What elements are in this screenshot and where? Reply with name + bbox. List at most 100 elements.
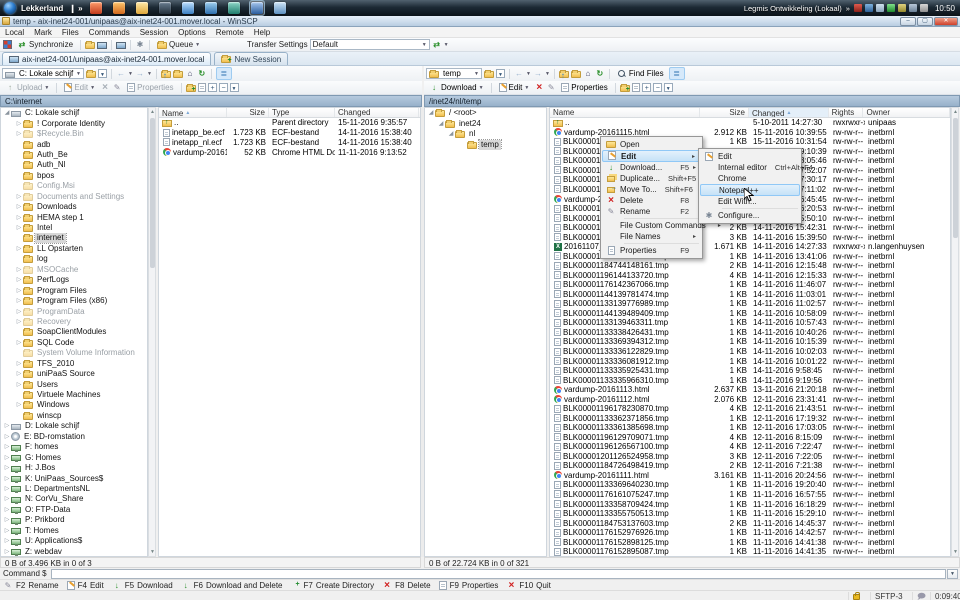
encryption-cell[interactable] <box>848 592 870 600</box>
expander-icon[interactable]: ◢ <box>437 119 445 129</box>
menu-item[interactable]: Delete F8 <box>602 195 701 206</box>
table-row[interactable]: BLK00001196126567100.tmp 4 KB 12-11-2016… <box>550 442 950 452</box>
menu-item[interactable]: Configure... <box>700 210 800 221</box>
tree-item[interactable]: ▷ SQL Code <box>1 338 147 348</box>
collapse-icon[interactable] <box>653 83 662 92</box>
tree-item[interactable]: ▷ E: BD-romstation <box>1 432 147 442</box>
delete-icon[interactable] <box>534 83 544 92</box>
tray-icon[interactable] <box>854 4 862 12</box>
tree-item[interactable]: ▷ H: J.Bos <box>1 463 147 473</box>
table-row[interactable]: BLK00001176142367066.tmp 1 KB 14-11-2016… <box>550 280 950 290</box>
expander-icon[interactable]: ▷ <box>3 442 11 452</box>
compare-directories-icon[interactable] <box>85 42 95 49</box>
expander-icon[interactable]: ◢ <box>447 129 455 139</box>
tree-item[interactable]: ▷ Downloads <box>1 202 147 212</box>
tree-item[interactable]: bpos <box>1 171 147 181</box>
scrollbar-thumb[interactable] <box>953 118 958 238</box>
right-tree-toggle-button[interactable] <box>669 67 685 80</box>
transfer-settings-combo[interactable]: Default ▼ <box>310 39 430 50</box>
expander-icon[interactable]: ◢ <box>3 108 11 118</box>
expander-icon[interactable]: ▷ <box>3 432 11 442</box>
root-directory-icon[interactable] <box>571 71 581 78</box>
session-tab-active[interactable]: aix-inet24-001/unipaas@aix-inet24-001.mo… <box>2 52 211 65</box>
table-row[interactable]: BLK00001133361385698.tmp 1 KB 12-11-2016… <box>550 423 950 433</box>
expander-icon[interactable]: ▷ <box>15 119 23 129</box>
tree-item[interactable]: ▷ F: homes <box>1 442 147 452</box>
menu-item[interactable]: Properties F9 <box>602 245 701 256</box>
table-row[interactable]: vardump-20161111.ht... 52 KB Chrome HTML… <box>159 147 420 157</box>
root-directory-icon[interactable] <box>173 71 183 78</box>
expander-icon[interactable]: ▷ <box>15 129 23 139</box>
forward-icon[interactable] <box>533 69 543 78</box>
function-key-button[interactable]: F9 Properties <box>439 581 499 590</box>
expander-icon[interactable]: ▷ <box>15 275 23 285</box>
column-header-type[interactable]: Type <box>269 108 335 117</box>
tree-item[interactable]: ◢ / <root> <box>425 108 546 118</box>
expander-icon[interactable]: ▷ <box>15 296 23 306</box>
function-key-button[interactable]: F6 Download and Delete <box>181 581 283 590</box>
create-directory-icon[interactable] <box>620 85 630 92</box>
table-row[interactable]: BLK00001133139776989.tmp 1 KB 14-11-2016… <box>550 299 950 309</box>
delete-icon[interactable] <box>100 83 110 92</box>
taskbar-app-icon[interactable] <box>181 1 195 15</box>
table-row[interactable]: BLK00001133336081912.tmp 1 KB 14-11-2016… <box>550 356 950 366</box>
expand-icon[interactable] <box>208 83 217 92</box>
table-row[interactable]: BLK00001176152898125.tmp 1 KB 11-11-2016… <box>550 537 950 547</box>
menu-item[interactable]: Local <box>0 27 29 38</box>
tray-icon[interactable] <box>920 4 928 12</box>
parent-directory-icon[interactable] <box>161 71 171 78</box>
tree-item[interactable]: ▷ T: Homes <box>1 526 147 536</box>
expander-icon[interactable]: ▷ <box>3 536 11 546</box>
tree-item[interactable]: SoapClientModules <box>1 327 147 337</box>
tree-item[interactable]: ◢ C: Lokale schijf <box>1 108 147 118</box>
menu-item[interactable]: Mark <box>29 27 57 38</box>
tree-item[interactable]: temp <box>425 139 546 149</box>
table-row[interactable]: BLK00001133355750513.tmp 1 KB 11-11-2016… <box>550 509 950 519</box>
tray-icon[interactable] <box>865 4 873 12</box>
menu-item[interactable]: Move To... Shift+F6 <box>602 184 701 195</box>
tree-item[interactable]: Virtuele Machines <box>1 390 147 400</box>
new-file-icon[interactable] <box>632 83 640 92</box>
tree-item[interactable]: ▷ TFS_2010 <box>1 359 147 369</box>
right-list-scrollbar[interactable]: ▲ ▼ <box>951 107 959 557</box>
expander-icon[interactable]: ▷ <box>15 307 23 317</box>
table-row[interactable]: BLK00001184753137603.tmp 2 KB 11-11-2016… <box>550 518 950 528</box>
table-row[interactable]: BLK00001133139463311.tmp 1 KB 14-11-2016… <box>550 318 950 328</box>
open-directory-bookmark-icon[interactable] <box>484 71 494 78</box>
function-key-button[interactable]: F8 Delete <box>382 581 430 590</box>
menu-item[interactable]: Duplicate... Shift+F5 <box>602 173 701 184</box>
back-icon[interactable] <box>514 69 524 78</box>
tree-item[interactable]: ▷ HEMA step 1 <box>1 212 147 222</box>
tree-item[interactable]: adb <box>1 139 147 149</box>
session-duration-cell[interactable]: 0:09:40 <box>930 592 960 600</box>
left-tree-scrollbar[interactable]: ▲ ▼ <box>148 107 156 557</box>
tree-item[interactable]: winscp <box>1 411 147 421</box>
table-row[interactable]: BLK00001133369640230.tmp 1 KB 11-11-2016… <box>550 480 950 490</box>
download-button[interactable]: Download▼ <box>426 81 487 94</box>
minimize-button[interactable]: – <box>900 17 916 26</box>
menu-item[interactable]: Remote <box>211 27 249 38</box>
tree-item[interactable]: ▷ D: Lokale schijf <box>1 421 147 431</box>
edit-button[interactable]: Edit▼ <box>496 81 533 94</box>
table-row[interactable]: BLK00001133335966310.tmp 1 KB 14-11-2016… <box>550 375 950 385</box>
filter-icon[interactable] <box>496 69 505 78</box>
expander-icon[interactable]: ▷ <box>15 192 23 202</box>
expander-icon[interactable]: ▷ <box>15 359 23 369</box>
menu-item[interactable]: Commands <box>84 27 135 38</box>
table-row[interactable]: BLK00001201126524958.tmp 3 KB 12-11-2016… <box>550 452 950 462</box>
tree-item[interactable]: ▷ Documents and Settings <box>1 192 147 202</box>
tree-item[interactable]: ▷ MSOCache <box>1 265 147 275</box>
close-button[interactable]: ✕ <box>934 17 958 26</box>
expander-icon[interactable]: ▷ <box>15 202 23 212</box>
function-key-button[interactable]: F2 Rename <box>3 581 59 590</box>
expander-icon[interactable]: ▷ <box>3 526 11 536</box>
tree-item[interactable]: ▷ N: CorVu_Share <box>1 494 147 504</box>
menu-item[interactable]: File Custom Commands ▸ <box>602 220 701 231</box>
taskbar-app-icon[interactable] <box>227 1 241 15</box>
table-row[interactable]: BLK00001196178230870.tmp 4 KB 12-11-2016… <box>550 404 950 414</box>
tree-item[interactable]: Auth_Be <box>1 150 147 160</box>
filter-icon[interactable] <box>98 69 107 78</box>
open-directory-bookmark-icon[interactable] <box>86 71 96 78</box>
function-key-button[interactable]: F5 Download <box>112 581 173 590</box>
menu-item[interactable]: Edit <box>700 151 800 162</box>
